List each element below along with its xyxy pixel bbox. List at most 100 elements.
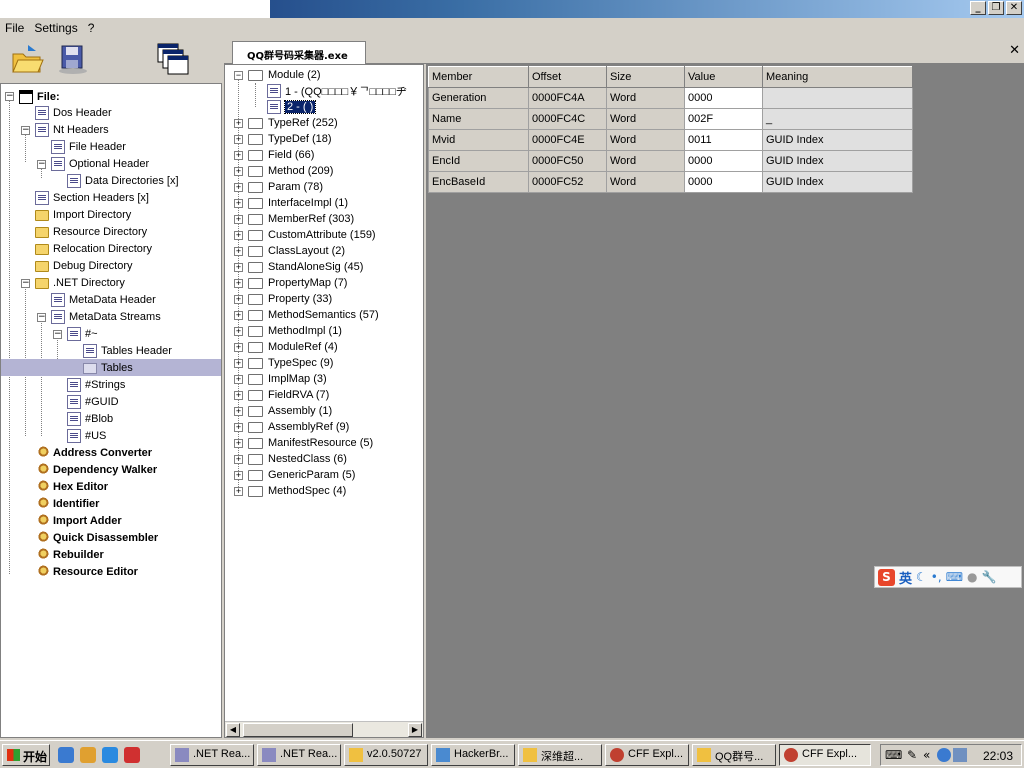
tree-item-file-header[interactable]: File Header xyxy=(51,138,126,155)
cell-value[interactable]: 0000 xyxy=(684,171,763,193)
metadata-table-row[interactable]: + InterfaceImpl (1) xyxy=(225,195,423,211)
collapse-nt-headers-icon[interactable]: − xyxy=(21,126,30,135)
collapse-tilde-stream-icon[interactable]: − xyxy=(53,330,62,339)
menu-settings[interactable]: Settings xyxy=(29,21,82,35)
metadata-table-row[interactable]: + StandAloneSig (45) xyxy=(225,259,423,275)
table-module[interactable]: − Module (2) xyxy=(225,67,423,83)
tree-item-relocation-directory[interactable]: Relocation Directory xyxy=(35,240,152,257)
task-cff-explorer-1[interactable]: CFF Expl... xyxy=(605,744,689,766)
expand-icon[interactable]: + xyxy=(234,310,243,320)
metadata-table-row[interactable]: + NestedClass (6) xyxy=(225,451,423,467)
task-hackerbrowser[interactable]: HackerBr... xyxy=(431,744,515,766)
metadata-table-row[interactable]: + ModuleRef (4) xyxy=(225,339,423,355)
wrench-icon[interactable]: 🔧 xyxy=(982,570,997,584)
open-folder-icon[interactable] xyxy=(10,42,44,76)
scrollbar-thumb[interactable] xyxy=(243,723,353,737)
expand-icon[interactable]: + xyxy=(234,486,243,496)
expand-icon[interactable]: + xyxy=(234,246,243,256)
metadata-table-row[interactable]: + TypeRef (252) xyxy=(225,115,423,131)
column-size[interactable]: Size xyxy=(606,66,685,88)
column-meaning[interactable]: Meaning xyxy=(762,66,913,88)
expand-icon[interactable]: + xyxy=(234,150,243,160)
collapse-net-directory-icon[interactable]: − xyxy=(21,279,30,288)
tree-item-dos-header[interactable]: Dos Header xyxy=(35,104,112,121)
tree-item-tilde-stream[interactable]: #~ xyxy=(67,325,98,342)
metadata-table-row[interactable]: + MethodSemantics (57) xyxy=(225,307,423,323)
expand-icon[interactable]: + xyxy=(234,230,243,240)
metadata-table-row[interactable]: + GenericParam (5) xyxy=(225,467,423,483)
tree-item-nt-headers[interactable]: Nt Headers xyxy=(35,121,109,138)
metadata-table-row[interactable]: + MemberRef (303) xyxy=(225,211,423,227)
grid-row[interactable]: Generation 0000FC4A Word 0000 xyxy=(428,87,913,109)
task-net-reactor-2[interactable]: .NET Rea... xyxy=(257,744,341,766)
start-button[interactable]: 开始 xyxy=(2,744,50,766)
metadata-table-row[interactable]: + Property (33) xyxy=(225,291,423,307)
tree-item-data-directories[interactable]: Data Directories [x] xyxy=(67,172,179,189)
metadata-table-row[interactable]: + Method (209) xyxy=(225,163,423,179)
menu-help[interactable]: ? xyxy=(83,21,100,35)
expand-icon[interactable]: + xyxy=(234,326,243,336)
metadata-table-row[interactable]: + MethodSpec (4) xyxy=(225,483,423,499)
restore-button[interactable]: ❐ xyxy=(988,1,1004,15)
close-button[interactable]: ✕ xyxy=(1006,1,1022,15)
metadata-table-row[interactable]: + AssemblyRef (9) xyxy=(225,419,423,435)
task-net-reactor-1[interactable]: .NET Rea... xyxy=(170,744,254,766)
grid-row[interactable]: Mvid 0000FC4E Word 0011 GUID Index xyxy=(428,129,913,151)
tool-address-converter[interactable]: Address Converter xyxy=(35,444,152,461)
tree-item-resource-directory[interactable]: Resource Directory xyxy=(35,223,147,240)
metadata-table-row[interactable]: + ClassLayout (2) xyxy=(225,243,423,259)
ime-language-toggle[interactable]: 英 xyxy=(899,568,912,587)
expand-icon[interactable]: + xyxy=(234,358,243,368)
metadata-table-row[interactable]: + MethodImpl (1) xyxy=(225,323,423,339)
menu-file[interactable]: File xyxy=(0,21,29,35)
tree-item-strings-stream[interactable]: #Strings xyxy=(67,376,125,393)
expand-icon[interactable]: + xyxy=(234,166,243,176)
cell-value[interactable]: 002F xyxy=(684,108,763,130)
task-folder-qq[interactable]: QQ群号... xyxy=(692,744,776,766)
tree-root-file[interactable]: File: xyxy=(19,88,60,105)
tool-resource-editor[interactable]: Resource Editor xyxy=(35,563,138,580)
metadata-table-row[interactable]: + ImplMap (3) xyxy=(225,371,423,387)
grid-row[interactable]: Name 0000FC4C Word 002F _ xyxy=(428,108,913,130)
task-cff-explorer-2[interactable]: CFF Expl... xyxy=(779,744,871,766)
tree-item-debug-directory[interactable]: Debug Directory xyxy=(35,257,132,274)
metadata-table-row[interactable]: + FieldRVA (7) xyxy=(225,387,423,403)
expand-icon[interactable]: + xyxy=(234,470,243,480)
expand-icon[interactable]: + xyxy=(234,294,243,304)
tree-item-blob-stream[interactable]: #Blob xyxy=(67,410,113,427)
task-folder-v2[interactable]: v2.0.50727 xyxy=(344,744,428,766)
scroll-left-icon[interactable]: ◀ xyxy=(226,723,240,737)
tree-item-guid-stream[interactable]: #GUID xyxy=(67,393,119,410)
metadata-table-row[interactable]: + PropertyMap (7) xyxy=(225,275,423,291)
tool-import-adder[interactable]: Import Adder xyxy=(35,512,122,529)
collapse-module-icon[interactable]: − xyxy=(234,70,243,80)
network-icon[interactable] xyxy=(937,748,951,762)
keyboard-icon[interactable]: ⌨ xyxy=(946,570,963,584)
expand-icon[interactable]: + xyxy=(234,198,243,208)
tree-item-optional-header[interactable]: Optional Header xyxy=(51,155,149,172)
grid-row[interactable]: EncBaseId 0000FC52 Word 0000 GUID Index xyxy=(428,171,913,193)
tool-dependency-walker[interactable]: Dependency Walker xyxy=(35,461,157,478)
column-value[interactable]: Value xyxy=(684,66,763,88)
tree-item-tables-header[interactable]: Tables Header xyxy=(83,342,172,359)
app-icon[interactable] xyxy=(124,747,140,763)
tool-quick-disassembler[interactable]: Quick Disassembler xyxy=(35,529,158,546)
ie-icon[interactable] xyxy=(58,747,74,763)
save-icon[interactable] xyxy=(56,42,90,76)
tab-document[interactable]: QQ群号码采集器.exe xyxy=(232,41,366,64)
expand-icon[interactable]: + xyxy=(234,390,243,400)
user-icon[interactable]: ● xyxy=(967,570,977,584)
expand-icon[interactable]: + xyxy=(234,134,243,144)
monitor-icon[interactable] xyxy=(953,748,967,762)
module-row-1[interactable]: 1 - (QQ□□□□￥ᄀ□□□□ヂ xyxy=(267,83,407,99)
keyboard-icon[interactable]: ⌨ xyxy=(885,748,902,762)
expand-icon[interactable]: + xyxy=(234,118,243,128)
tree-item-tables[interactable]: Tables xyxy=(1,359,221,376)
collapse-root-icon[interactable]: − xyxy=(5,92,14,101)
sogou-logo-icon[interactable]: S xyxy=(878,568,895,586)
grid-row[interactable]: EncId 0000FC50 Word 0000 GUID Index xyxy=(428,150,913,172)
expand-icon[interactable]: + xyxy=(234,262,243,272)
tool-rebuilder[interactable]: Rebuilder xyxy=(35,546,104,563)
refresh-icon[interactable] xyxy=(102,747,118,763)
moon-icon[interactable]: ☾ xyxy=(916,570,927,584)
